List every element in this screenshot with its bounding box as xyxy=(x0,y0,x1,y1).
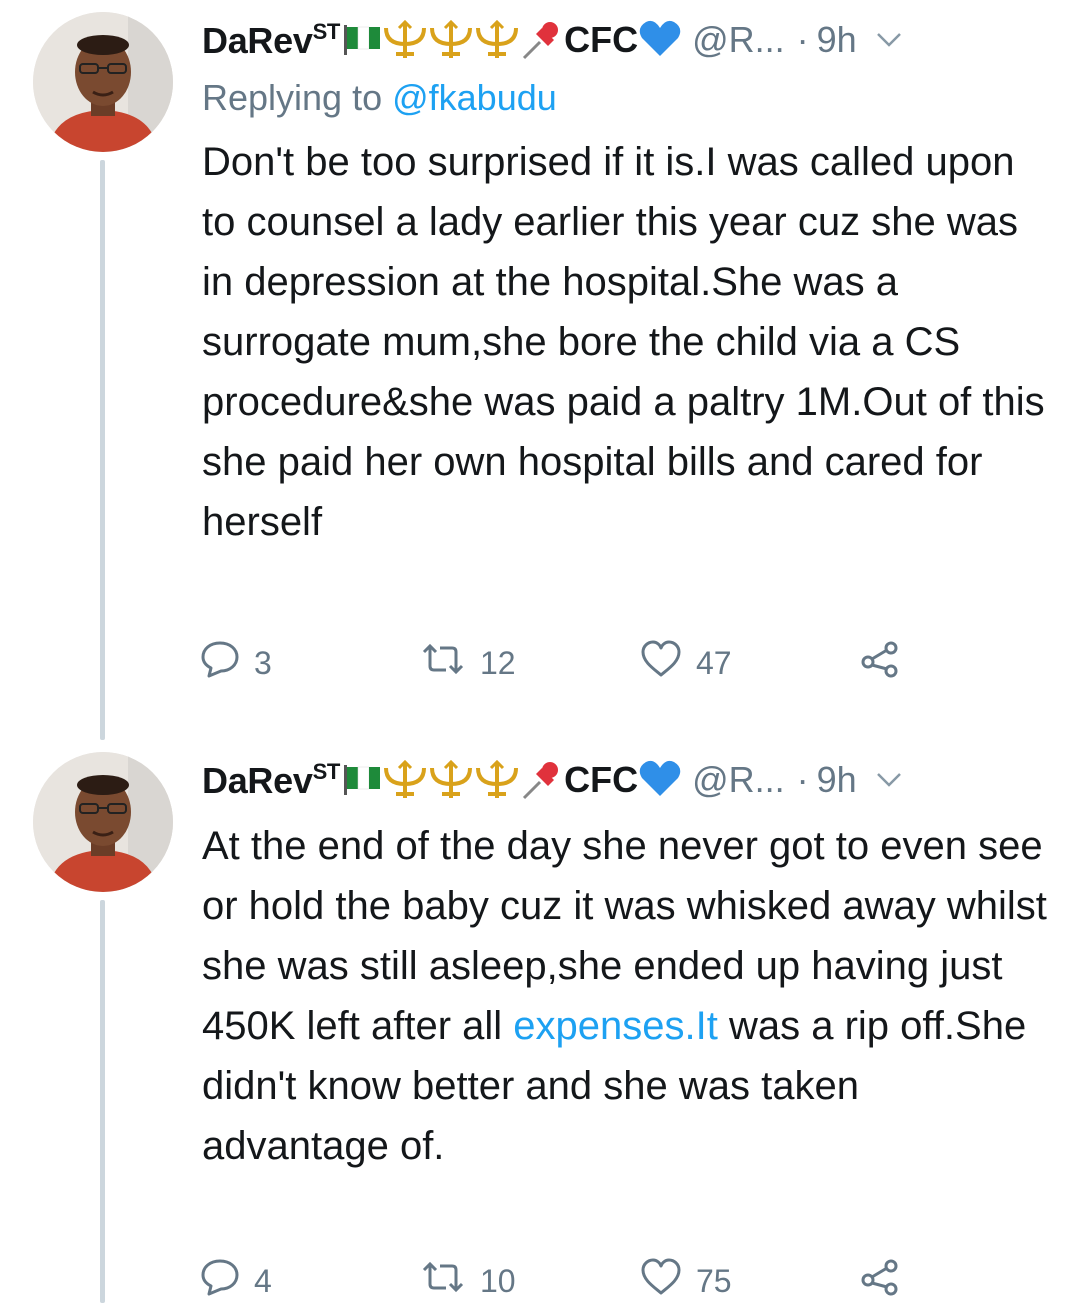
avatar[interactable] xyxy=(33,752,173,892)
tweet-content: DaRevST xyxy=(202,750,1052,1176)
display-name[interactable]: DaRevST xyxy=(202,19,340,62)
replying-to: Replying to @fkabudu xyxy=(202,77,557,118)
chevron-down-icon[interactable] xyxy=(875,31,903,49)
trident-icon xyxy=(474,20,520,60)
separator-dot: · xyxy=(796,19,809,60)
heart-icon xyxy=(640,1258,682,1304)
retweet-button[interactable]: 10 xyxy=(420,1260,640,1302)
tweet-text: At the end of the day she never got to e… xyxy=(202,824,1047,1168)
tweet-actions: 4 10 75 xyxy=(200,1258,900,1304)
timestamp[interactable]: 9h xyxy=(817,759,857,801)
display-name[interactable]: DaRevST xyxy=(202,759,340,802)
reply-button[interactable]: 3 xyxy=(200,640,420,686)
tweet[interactable]: DaRevST xyxy=(0,740,1080,1303)
like-button[interactable]: 75 xyxy=(640,1258,860,1304)
like-button[interactable]: 47 xyxy=(640,640,860,686)
trident-icon xyxy=(382,20,428,60)
share-button[interactable] xyxy=(860,1258,900,1304)
tweet[interactable]: DaRevST xyxy=(0,0,1080,740)
retweet-icon xyxy=(420,642,466,684)
chevron-down-icon[interactable] xyxy=(875,771,903,789)
share-icon xyxy=(860,1258,900,1304)
name-emoji-group xyxy=(342,20,562,60)
trident-icon xyxy=(428,760,474,800)
retweet-icon xyxy=(420,1260,466,1302)
tweet-header: DaRevST CFC @R... · 9h xyxy=(202,10,1052,70)
user-handle[interactable]: @R... xyxy=(692,759,785,801)
name-emoji-group xyxy=(342,760,562,800)
thread-line xyxy=(100,160,105,740)
reply-icon xyxy=(200,640,240,686)
like-count: 75 xyxy=(696,1262,732,1299)
like-count: 47 xyxy=(696,644,732,681)
name-suffix: CFC xyxy=(564,19,639,60)
retweet-count: 12 xyxy=(480,644,516,681)
nigeria-flag-icon xyxy=(342,23,382,57)
thread-line xyxy=(100,900,105,1303)
inline-link[interactable]: expenses.It xyxy=(513,1004,718,1048)
reply-mention-link[interactable]: @fkabudu xyxy=(392,77,557,118)
tweet-content: DaRevST xyxy=(202,10,1052,552)
user-handle[interactable]: @R... xyxy=(692,19,785,61)
blue-heart-icon xyxy=(638,758,682,803)
blue-heart-icon xyxy=(638,18,682,63)
reply-icon xyxy=(200,1258,240,1304)
trident-icon xyxy=(382,760,428,800)
timestamp[interactable]: 9h xyxy=(817,19,857,61)
share-button[interactable] xyxy=(860,640,900,686)
heart-icon xyxy=(640,640,682,686)
pushpin-icon xyxy=(520,760,562,800)
share-icon xyxy=(860,640,900,686)
trident-icon xyxy=(474,760,520,800)
retweet-button[interactable]: 12 xyxy=(420,642,640,684)
nigeria-flag-icon xyxy=(342,763,382,797)
reply-count: 4 xyxy=(254,1262,272,1299)
avatar[interactable] xyxy=(33,12,173,152)
reply-button[interactable]: 4 xyxy=(200,1258,420,1304)
retweet-count: 10 xyxy=(480,1262,516,1299)
name-suffix: CFC xyxy=(564,759,639,800)
tweet-header: DaRevST CFC @R... · 9h xyxy=(202,750,1052,810)
separator-dot: · xyxy=(796,759,809,800)
trident-icon xyxy=(428,20,474,60)
pushpin-icon xyxy=(520,20,562,60)
tweet-actions: 3 12 47 xyxy=(200,640,900,686)
tweet-text: Don't be too surprised if it is.I was ca… xyxy=(202,140,1045,544)
reply-count: 3 xyxy=(254,644,272,681)
